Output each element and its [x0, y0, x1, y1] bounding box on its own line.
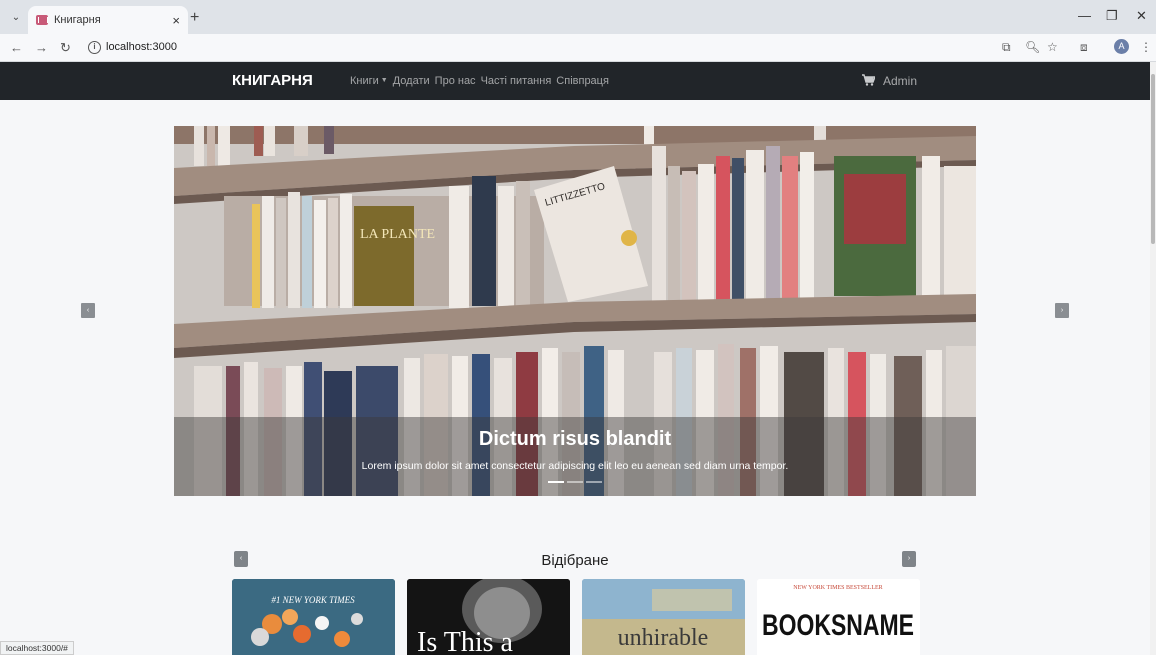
book-cover-1: #1 NEW YORK TIMES — [232, 579, 395, 655]
carousel-next-button[interactable]: › — [1055, 303, 1069, 318]
book-cover-4: NEW YORK TIMES BESTSELLER BOOKSNAME — [757, 579, 920, 655]
book-cover-1-text: #1 NEW YORK TIMES — [271, 595, 355, 605]
site-navbar: КНИГАРНЯ Книги ▼ Додати Про нас Часті пит… — [0, 62, 1150, 100]
nav-books-label: Книги — [350, 75, 379, 87]
nav-add[interactable]: Додати — [393, 75, 430, 87]
featured-section-title: Відібране — [541, 552, 609, 569]
featured-next-button[interactable]: › — [902, 551, 916, 567]
book-card-1[interactable]: #1 NEW YORK TIMES — [232, 579, 395, 655]
forward-icon[interactable]: → — [35, 40, 48, 55]
svg-text:LA PLANTE: LA PLANTE — [360, 227, 435, 242]
tab-title: Книгарня — [54, 14, 101, 26]
menu-kebab-icon[interactable]: ⋮ — [1140, 40, 1152, 54]
book-cover-2-text: Is This a — [417, 627, 513, 655]
close-window-icon[interactable]: ✕ — [1136, 8, 1147, 24]
book-cover-3-text: unhirable — [618, 625, 709, 651]
carousel-indicators — [548, 481, 602, 483]
nav-links: Книги ▼ Додати Про нас Часті питання Спів… — [350, 75, 609, 87]
book-cover-4-top: NEW YORK TIMES BESTSELLER — [793, 585, 882, 591]
nav-about[interactable]: Про нас — [435, 75, 476, 87]
carousel-indicator-3[interactable] — [586, 481, 602, 483]
cast-icon[interactable]: ⧉ — [1002, 40, 1011, 55]
address-bar: ← → ↻ i localhost:3000 ⧉ 🔍︎ ☆ ⧈ A ⋮ — [0, 34, 1156, 62]
carousel-prev-button[interactable]: ‹ — [81, 303, 95, 318]
carousel-indicator-2[interactable] — [567, 481, 583, 483]
profile-avatar[interactable]: A — [1114, 39, 1129, 54]
site-info-icon[interactable]: i — [88, 41, 101, 54]
brand-logo[interactable]: КНИГАРНЯ — [232, 72, 313, 89]
admin-link[interactable]: Admin — [883, 74, 917, 88]
minimize-icon[interactable]: — — [1078, 8, 1091, 23]
nav-books-dropdown[interactable]: Книги ▼ — [350, 75, 388, 87]
book-card-4[interactable]: NEW YORK TIMES BESTSELLER BOOKSNAME — [757, 579, 920, 655]
book-card-2[interactable]: Is This a — [407, 579, 570, 655]
carousel-indicator-1[interactable] — [548, 481, 564, 483]
cart-icon[interactable] — [862, 74, 875, 86]
scrollbar-thumb[interactable] — [1151, 74, 1155, 244]
restore-icon[interactable]: ❐ — [1106, 8, 1118, 24]
caret-down-icon: ▼ — [380, 77, 388, 84]
book-cover-2: Is This a — [407, 579, 570, 655]
url-field[interactable]: localhost:3000 — [106, 41, 177, 53]
close-tab-icon[interactable]: × — [172, 13, 180, 28]
zoom-icon[interactable]: 🔍︎ — [1025, 40, 1040, 54]
carousel-caption-title: Dictum risus blandit — [478, 428, 672, 450]
carousel-caption-text: Lorem ipsum dolor sit amet consectetur a… — [361, 460, 789, 472]
browser-tab-bar: ⌄ Книгарня × + — ❐ ✕ — [0, 0, 1156, 34]
new-tab-button[interactable]: + — [190, 9, 199, 27]
bookmark-star-icon[interactable]: ☆ — [1047, 40, 1058, 54]
extensions-icon[interactable]: ⧈ — [1080, 40, 1088, 55]
nav-cooperation[interactable]: Співпраця — [556, 75, 609, 87]
back-icon[interactable]: ← — [10, 40, 23, 55]
book-cover-3: unhirable — [582, 579, 745, 655]
tab-search-button[interactable]: ⌄ — [8, 10, 24, 26]
book-card-3[interactable]: unhirable — [582, 579, 745, 655]
browser-tab[interactable]: Книгарня × — [28, 6, 188, 34]
reload-icon[interactable]: ↻ — [60, 40, 71, 56]
book-favicon-icon — [36, 15, 48, 25]
page-scrollbar[interactable] — [1150, 62, 1156, 655]
status-bar-url: localhost:3000/# — [0, 641, 74, 655]
nav-faq[interactable]: Часті питання — [481, 75, 552, 87]
hero-carousel: LA PLANTE LITTIZZETTO Dictum risus bland… — [174, 126, 976, 496]
book-cover-4-text: BOOKSNAME — [762, 609, 914, 642]
